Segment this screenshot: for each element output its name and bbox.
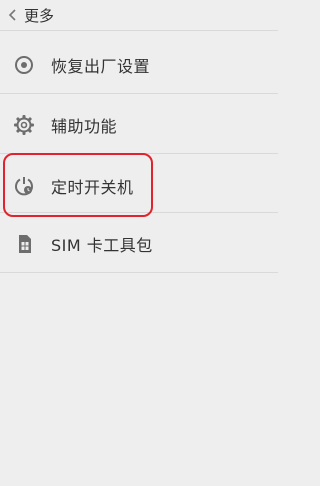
gear-icon xyxy=(13,114,35,136)
highlight-box xyxy=(3,153,153,217)
divider xyxy=(0,30,278,31)
menu-item-label: 恢复出厂设置 xyxy=(51,56,151,76)
page-title: 更多 xyxy=(24,6,55,25)
chevron-left-icon xyxy=(8,9,16,21)
menu-item-label: 辅助功能 xyxy=(51,116,118,136)
divider xyxy=(0,93,278,94)
back-button[interactable] xyxy=(6,8,20,22)
menu-item-factory-reset[interactable]: 恢复出厂设置 xyxy=(0,36,278,93)
divider xyxy=(0,272,278,273)
sim-card-icon xyxy=(13,233,35,255)
menu-item-label: SIM 卡工具包 xyxy=(51,235,153,255)
factory-reset-icon xyxy=(13,54,35,76)
menu-item-accessibility[interactable]: 辅助功能 xyxy=(0,96,278,153)
header-bar: 更多 xyxy=(0,0,278,30)
menu-item-sim-toolkit[interactable]: SIM 卡工具包 xyxy=(0,215,278,272)
